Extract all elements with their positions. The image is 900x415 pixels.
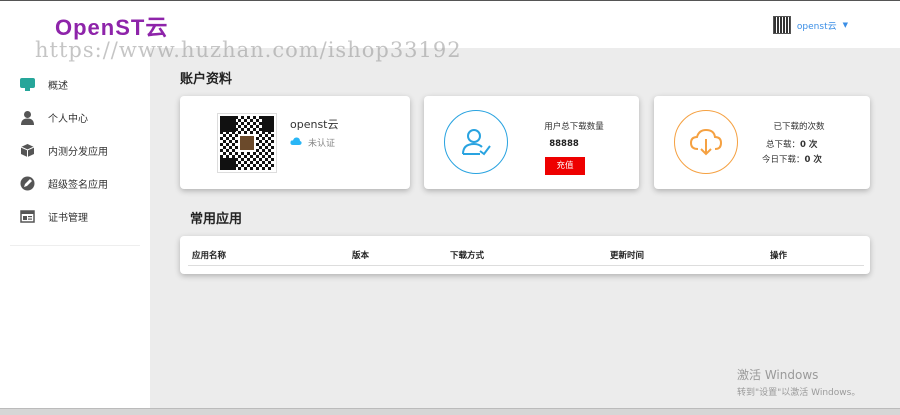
download-count-card: 已下载的次数 总下载：0 次 今日下载：0 次 <box>654 96 870 189</box>
sidebar-item-super-sign[interactable]: 超级签名应用 <box>0 167 150 200</box>
sidebar-item-overview[interactable]: 概述 <box>0 68 150 101</box>
apps-section-title: 常用应用 <box>190 212 243 227</box>
activation-subtitle: 转到"设置"以激活 Windows。 <box>737 388 861 398</box>
today-downloads-value: 0 次 <box>804 155 822 165</box>
sidebar: 概述 个人中心 内测分发应用 超级签名应用 证书管理 <box>0 48 150 408</box>
downloads-label: 用户总下载数量 <box>544 122 604 132</box>
account-section-title: 账户资料 <box>180 72 233 87</box>
main-content: 账户资料 openst云 未认证 用户总下载数量 88888 充值 已下载的次数… <box>150 48 900 408</box>
total-downloads-value: 0 次 <box>800 140 818 150</box>
table-header: 应用名称 版本 下载方式 更新时间 操作 <box>188 244 864 266</box>
caret-down-icon: ▼ <box>842 21 848 29</box>
box-icon <box>20 143 35 158</box>
total-downloads-label: 总下载： <box>766 140 801 150</box>
activation-title: 激活 Windows <box>737 368 819 382</box>
downloads-value: 88888 <box>549 139 579 149</box>
status-label: 未认证 <box>308 139 336 149</box>
user-name: openst云 <box>796 21 837 32</box>
user-icon <box>20 110 35 125</box>
sidebar-item-label: 证书管理 <box>48 213 88 224</box>
cloud-download-icon <box>674 110 738 174</box>
sidebar-item-profile[interactable]: 个人中心 <box>0 101 150 134</box>
windows-activation-watermark: 激活 Windows 转到"设置"以激活 Windows。 <box>737 366 860 398</box>
column-header: 版本 <box>352 251 370 261</box>
column-header: 更新时间 <box>610 251 645 261</box>
recharge-button[interactable]: 充值 <box>545 157 585 175</box>
total-downloads: 总下载：0 次 <box>766 138 817 150</box>
qr-logo <box>238 134 256 152</box>
user-menu[interactable]: openst云 ▼ <box>772 16 848 34</box>
monitor-icon <box>20 77 35 92</box>
horizontal-scrollbar[interactable] <box>0 408 900 415</box>
downloads-card: 用户总下载数量 88888 充值 <box>424 96 639 189</box>
download-count-label: 已下载的次数 <box>773 122 825 132</box>
qr-avatar-icon <box>772 16 791 34</box>
sidebar-divider <box>10 245 140 246</box>
column-header: 操作 <box>770 251 788 261</box>
cloud-icon <box>290 136 302 149</box>
apps-table: 应用名称 版本 下载方式 更新时间 操作 <box>180 236 870 274</box>
sidebar-item-label: 超级签名应用 <box>48 180 108 191</box>
profile-name: openst云 <box>290 118 339 131</box>
sidebar-item-label: 内测分发应用 <box>48 147 108 158</box>
verification-status: 未认证 <box>290 136 335 149</box>
sidebar-item-label: 概述 <box>48 81 68 92</box>
pen-icon <box>20 176 35 191</box>
column-header: 应用名称 <box>192 251 227 261</box>
user-check-icon <box>444 110 508 174</box>
sidebar-item-certificates[interactable]: 证书管理 <box>0 200 150 233</box>
sidebar-item-beta-apps[interactable]: 内测分发应用 <box>0 134 150 167</box>
column-header: 下载方式 <box>450 251 485 261</box>
today-downloads: 今日下载：0 次 <box>762 153 822 165</box>
site-watermark: https://www.huzhan.com/ishop33192 <box>35 38 462 62</box>
certificate-icon <box>20 209 35 224</box>
profile-card: openst云 未认证 <box>180 96 410 189</box>
today-downloads-label: 今日下载： <box>762 155 805 165</box>
sidebar-item-label: 个人中心 <box>48 114 88 125</box>
